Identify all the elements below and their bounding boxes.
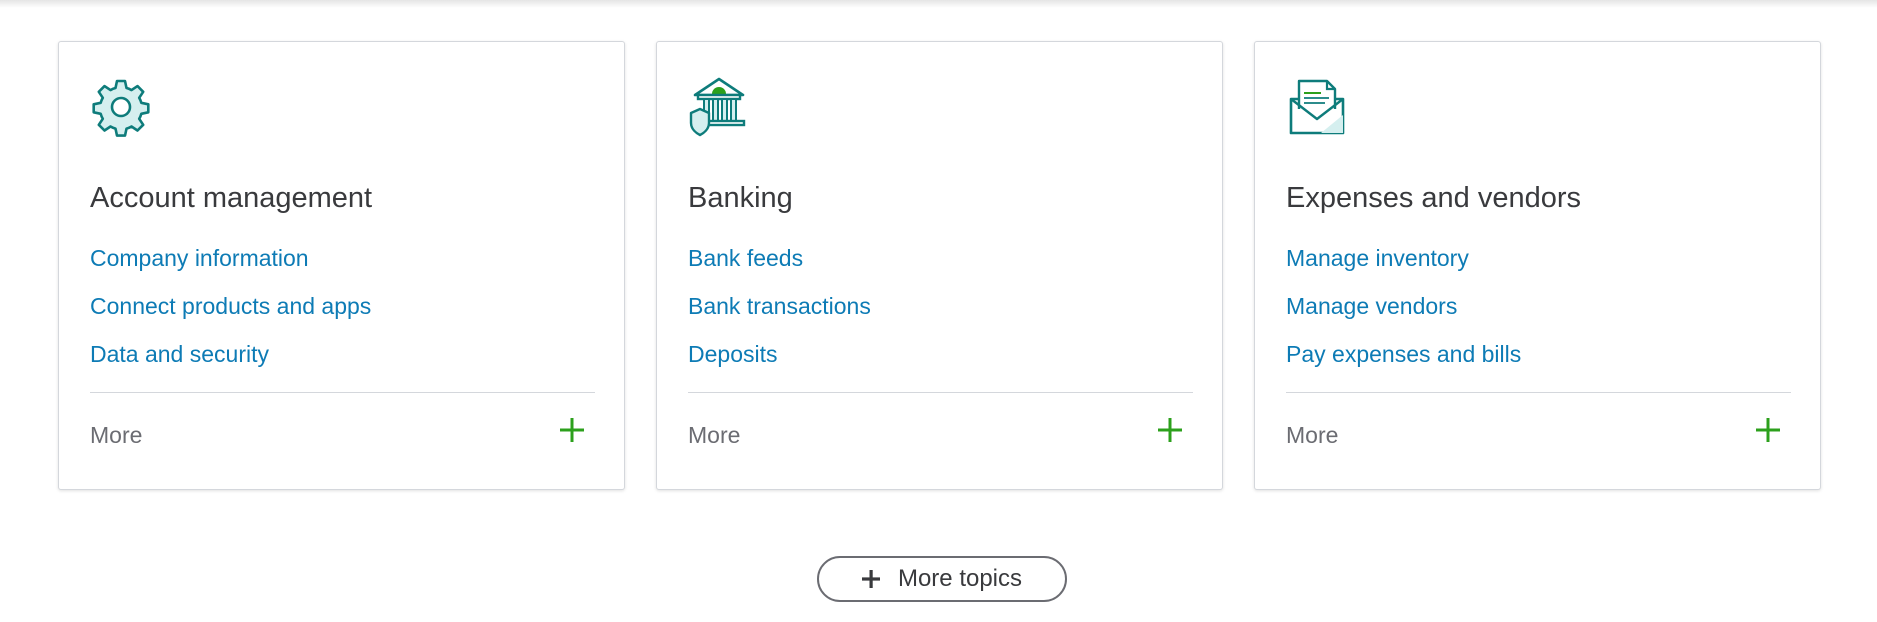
link-deposits[interactable]: Deposits <box>688 341 777 367</box>
link-connect-products-and-apps[interactable]: Connect products and apps <box>90 293 371 319</box>
more-toggle-label[interactable]: More <box>1286 422 1338 449</box>
card-title: Banking <box>688 182 793 214</box>
plus-icon[interactable] <box>558 416 586 444</box>
card-banking: Banking Bank feeds Bank transactions Dep… <box>656 41 1223 490</box>
plus-icon <box>861 570 880 588</box>
more-toggle-label[interactable]: More <box>90 422 142 449</box>
card-title: Account management <box>90 182 373 214</box>
link-manage-vendors[interactable]: Manage vendors <box>1286 293 1457 319</box>
link-company-information[interactable]: Company information <box>90 245 309 271</box>
plus-icon[interactable] <box>1156 416 1184 444</box>
link-data-and-security[interactable]: Data and security <box>90 341 269 367</box>
link-bank-transactions[interactable]: Bank transactions <box>688 293 871 319</box>
link-manage-inventory[interactable]: Manage inventory <box>1286 245 1469 271</box>
more-topics-label: More topics <box>897 565 1023 592</box>
bank-shield-icon <box>689 77 746 137</box>
card-divider <box>688 392 1193 393</box>
link-pay-expenses-and-bills[interactable]: Pay expenses and bills <box>1286 341 1521 367</box>
header-shadow <box>0 0 1877 8</box>
card-divider <box>1286 392 1791 393</box>
card-title: Expenses and vendors <box>1286 182 1582 214</box>
card-divider <box>90 392 595 393</box>
card-links: Company information Connect products and… <box>90 242 371 386</box>
envelope-document-icon <box>1289 79 1345 135</box>
card-expenses-and-vendors: Expenses and vendors Manage inventory Ma… <box>1254 41 1821 490</box>
plus-icon[interactable] <box>1754 416 1782 444</box>
card-account-management: Account management Company information C… <box>58 41 625 490</box>
card-links: Bank feeds Bank transactions Deposits <box>688 242 871 386</box>
link-bank-feeds[interactable]: Bank feeds <box>688 245 803 271</box>
topic-cards: Account management Company information C… <box>58 41 1821 490</box>
gear-icon <box>92 79 150 137</box>
card-links: Manage inventory Manage vendors Pay expe… <box>1286 242 1521 386</box>
more-toggle-label[interactable]: More <box>688 422 740 449</box>
more-topics-button[interactable]: More topics <box>817 556 1067 602</box>
